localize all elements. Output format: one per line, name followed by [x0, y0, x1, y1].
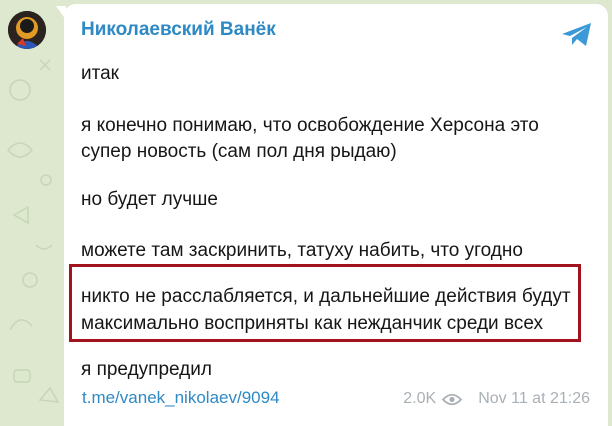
telegram-share-icon[interactable]: [561, 22, 593, 48]
message-line: но будет лучше: [81, 189, 218, 210]
eye-icon: [442, 393, 463, 405]
message-line: супер новость (сам пол дня рыдаю): [81, 141, 397, 162]
message-line: можете там заскринить, татуху набить, чт…: [81, 240, 523, 261]
views-count: 2.0K: [403, 390, 437, 407]
post-link[interactable]: t.me/vanek_nikolaev/9094: [82, 388, 280, 408]
channel-avatar[interactable]: [8, 11, 46, 49]
message-bubble: Николаевский Ванёк итак я конечно понима…: [64, 4, 608, 426]
message-meta: 2.0K Nov 11 at 21:26: [403, 390, 590, 408]
message-line: итак: [81, 63, 119, 84]
message-line: я предупредил: [81, 359, 212, 380]
message-line-highlighted: максимально восприняты как нежданчик сре…: [81, 313, 543, 334]
message-line: я конечно понимаю, что освобождение Херс…: [81, 115, 539, 136]
channel-name[interactable]: Николаевский Ванёк: [81, 19, 276, 41]
message-timestamp: Nov 11 at 21:26: [478, 390, 590, 407]
message-line-highlighted: никто не расслабляется, и дальнейшие дей…: [81, 286, 571, 307]
avatar-image: [8, 11, 46, 49]
